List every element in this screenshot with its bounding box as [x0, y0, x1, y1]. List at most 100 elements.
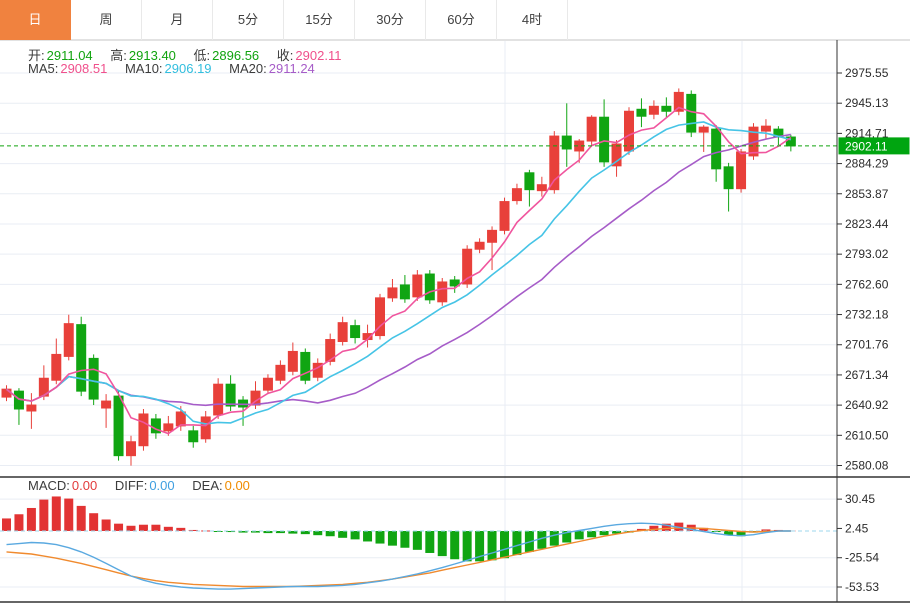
- tab-5min[interactable]: 5分: [213, 0, 284, 40]
- macd-axis-label: -25.54: [845, 551, 879, 565]
- diff-line: [7, 523, 791, 589]
- macd-bar-up: [52, 496, 61, 531]
- macd-bar-down: [425, 531, 434, 553]
- macd-bar-down: [376, 531, 385, 544]
- current-price-badge-label: 2902.11: [845, 139, 888, 153]
- candle-body: [699, 127, 708, 132]
- candle-body: [525, 173, 534, 190]
- candle-body: [77, 325, 86, 391]
- macd-bar-down: [400, 531, 409, 548]
- macd-bar-up: [151, 525, 160, 531]
- price-axis-label: 2701.76: [845, 338, 889, 352]
- candle-body: [687, 94, 696, 132]
- candle-body: [127, 442, 136, 456]
- candle-body: [475, 242, 484, 249]
- macd-bar-down: [450, 531, 459, 559]
- candle-body: [351, 326, 360, 338]
- macd-bar-down: [600, 531, 609, 535]
- candle-body: [27, 405, 36, 411]
- macd-bar-up: [27, 508, 36, 531]
- candle-body: [662, 106, 671, 111]
- macd-bar-down: [413, 531, 422, 550]
- candle-body: [587, 117, 596, 141]
- candle-body: [438, 282, 447, 302]
- candle-body: [52, 354, 61, 380]
- candle-body: [301, 352, 310, 380]
- price-axis-label: 2823.44: [845, 217, 889, 231]
- timeframe-tabbar: 日周月5分15分30分60分4时: [0, 0, 910, 40]
- candle-body: [612, 144, 621, 166]
- candle-body: [537, 185, 546, 191]
- price-axis-label: 2762.60: [845, 277, 889, 291]
- candle-body: [600, 117, 609, 162]
- macd-bar-down: [363, 531, 372, 541]
- candle-body: [201, 417, 210, 439]
- candlestick-macd-chart[interactable]: 2975.552945.132914.712884.292853.872823.…: [0, 0, 910, 604]
- macd-bar-down: [587, 531, 596, 537]
- kline-chart-window: 日周月5分15分30分60分4时 开:2911.04 高:2913.40 低:2…: [0, 0, 910, 604]
- candle-body: [737, 152, 746, 189]
- candle-body: [637, 109, 646, 116]
- candle-body: [214, 384, 223, 415]
- macd-bar-down: [338, 531, 347, 538]
- macd-bar-up: [114, 524, 123, 531]
- candle-body: [139, 414, 148, 446]
- macd-axis-label: 2.45: [845, 521, 869, 535]
- macd-bar-up: [127, 526, 136, 531]
- candle-body: [625, 111, 634, 151]
- candle-body: [338, 323, 347, 342]
- candle-body: [164, 424, 173, 431]
- macd-bar-down: [438, 531, 447, 556]
- candle-body: [761, 126, 770, 131]
- candle-body: [550, 136, 559, 190]
- macd-bar-up: [77, 506, 86, 531]
- candle-body: [288, 351, 297, 371]
- ma10-line: [7, 122, 791, 424]
- price-axis-label: 2640.92: [845, 398, 889, 412]
- candle-body: [500, 202, 509, 231]
- macd-bar-up: [14, 514, 23, 531]
- candle-body: [2, 389, 11, 397]
- macd-bar-down: [488, 531, 497, 560]
- candle-body: [562, 136, 571, 149]
- candle-body: [649, 106, 658, 114]
- tab-30min[interactable]: 30分: [355, 0, 426, 40]
- ma20-line: [7, 135, 791, 406]
- candle-body: [176, 412, 185, 426]
- price-axis-label: 2884.29: [845, 157, 889, 171]
- macd-bar-down: [550, 531, 559, 546]
- tab-60min[interactable]: 60分: [426, 0, 497, 40]
- candle-body: [400, 285, 409, 299]
- tab-day[interactable]: 日: [0, 0, 71, 40]
- macd-bar-down: [388, 531, 397, 546]
- candle-body: [488, 230, 497, 242]
- candle-body: [189, 431, 198, 442]
- tab-month[interactable]: 月: [142, 0, 213, 40]
- price-axis-label: 2671.34: [845, 368, 889, 382]
- tab-week[interactable]: 周: [71, 0, 142, 40]
- candle-body: [413, 275, 422, 297]
- macd-bar-down: [313, 531, 322, 535]
- tab-4hour[interactable]: 4时: [497, 0, 568, 40]
- macd-bar-up: [139, 525, 148, 531]
- candle-body: [102, 401, 111, 408]
- macd-axis-label: -53.53: [845, 580, 879, 594]
- price-axis-label: 2580.08: [845, 459, 889, 473]
- macd-bar-up: [64, 499, 73, 531]
- macd-bar-down: [500, 531, 509, 558]
- candle-body: [724, 167, 733, 189]
- macd-bar-up: [102, 519, 111, 531]
- candle-body: [263, 378, 272, 390]
- candle-body: [712, 129, 721, 169]
- price-axis-label: 2945.13: [845, 96, 889, 110]
- macd-bar-down: [463, 531, 472, 561]
- macd-bar-up: [164, 527, 173, 531]
- price-axis-label: 2793.02: [845, 247, 889, 261]
- candle-body: [512, 189, 521, 201]
- tab-15min[interactable]: 15分: [284, 0, 355, 40]
- price-axis-label: 2975.55: [845, 66, 889, 80]
- candle-body: [64, 324, 73, 357]
- ma5-line: [7, 108, 791, 434]
- candle-body: [89, 358, 98, 399]
- macd-bar-down: [575, 531, 584, 539]
